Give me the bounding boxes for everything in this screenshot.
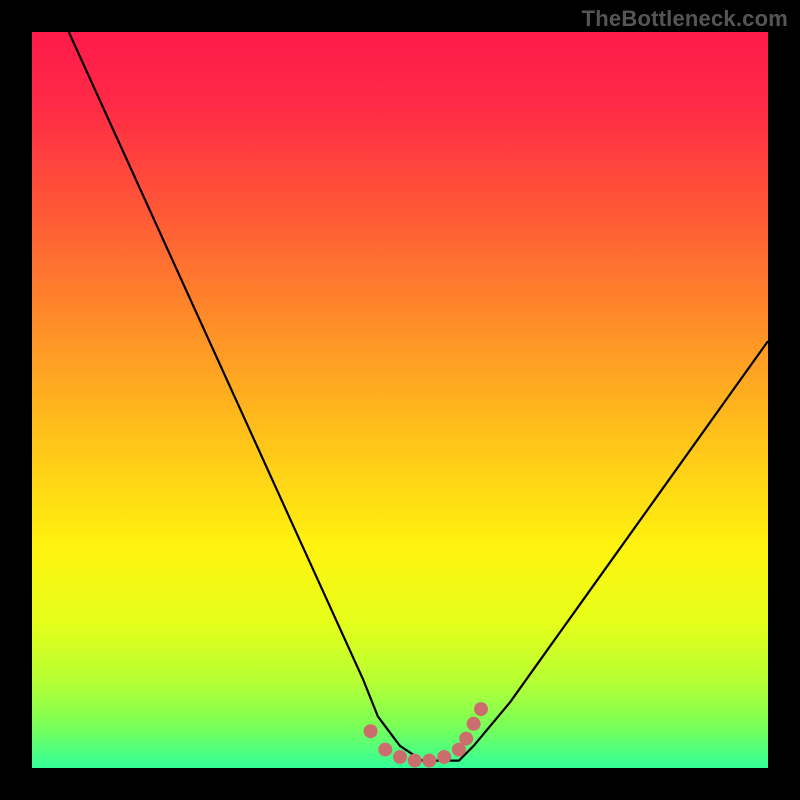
- marker-dot: [364, 724, 378, 738]
- watermark-text: TheBottleneck.com: [582, 6, 788, 32]
- marker-dot: [408, 754, 422, 768]
- marker-dot: [393, 750, 407, 764]
- plot-area: [32, 32, 768, 768]
- marker-dot: [422, 754, 436, 768]
- marker-dot: [474, 702, 488, 716]
- marker-dot: [459, 732, 473, 746]
- chart-frame: TheBottleneck.com: [0, 0, 800, 800]
- bottleneck-chart: [32, 32, 768, 768]
- marker-dot: [437, 750, 451, 764]
- gradient-background: [32, 32, 768, 768]
- marker-dot: [467, 717, 481, 731]
- marker-dot: [378, 743, 392, 757]
